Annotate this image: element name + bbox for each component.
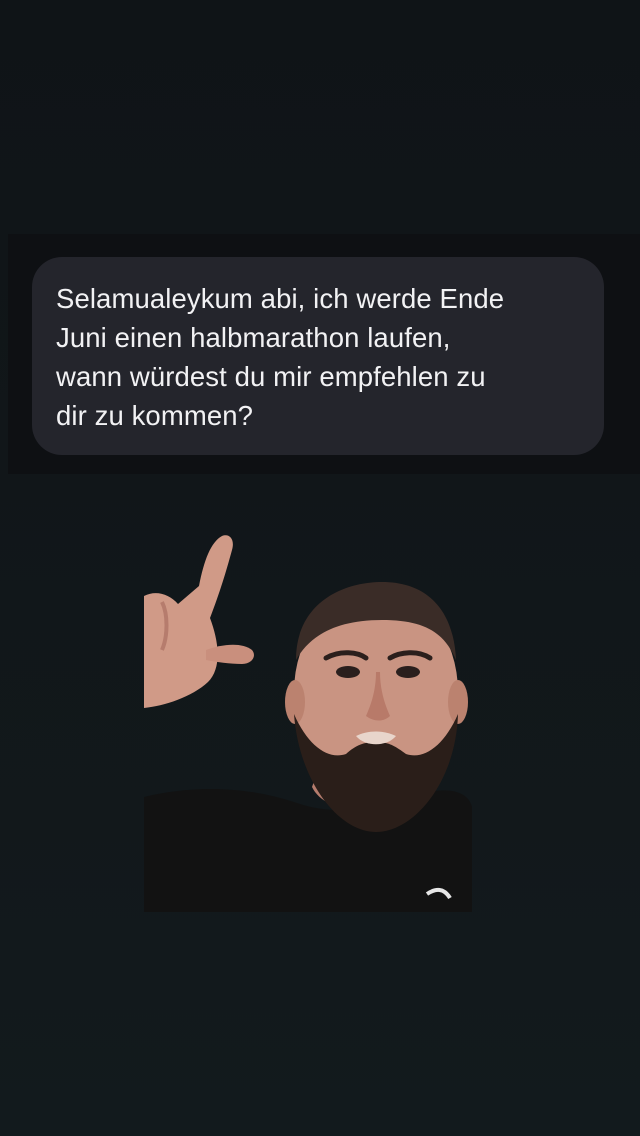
question-text: Selamualeykum abi, ich werde Ende Juni e…	[56, 283, 505, 431]
right-eye	[396, 666, 420, 678]
video-reply-cutout	[144, 532, 472, 912]
person-illustration	[144, 535, 472, 912]
question-bubble: Selamualeykum abi, ich werde Ende Juni e…	[32, 257, 604, 455]
right-ear	[448, 680, 468, 724]
left-eye	[336, 666, 360, 678]
story-screen: Selamualeykum abi, ich werde Ende Juni e…	[0, 0, 640, 1136]
raised-hand	[144, 535, 233, 708]
